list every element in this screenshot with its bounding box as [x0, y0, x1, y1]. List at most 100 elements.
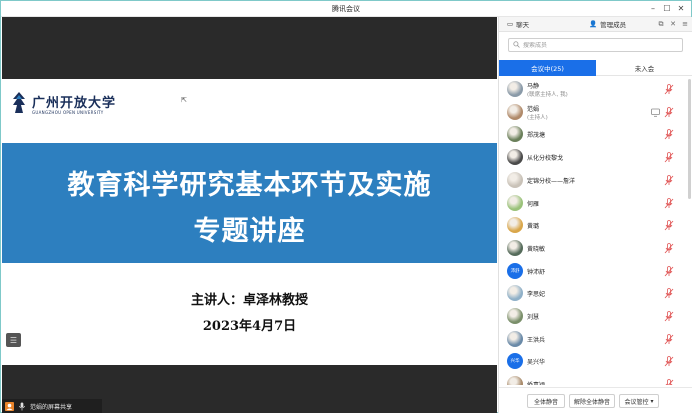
close-button[interactable]: ✕ — [674, 2, 688, 15]
popout-icon[interactable]: ⧉ — [655, 18, 667, 30]
member-role: (联席主持人, 我) — [527, 92, 568, 98]
member-name: 吴兴华 — [527, 359, 546, 367]
slide-speaker: 主讲人：卓泽林教授 — [190, 293, 308, 308]
tab-not-joined[interactable]: 未入会 — [596, 60, 692, 76]
share-status-text: 范娟的屏幕共享 — [30, 403, 73, 411]
mic-muted-icon[interactable] — [664, 288, 674, 299]
mute-all-button[interactable]: 全体静音 — [527, 394, 565, 408]
presentation-slide: 广州开放大学 GUANGZHOU OPEN UNIVERSITY ⇱ 教育科学研… — [2, 79, 497, 365]
meeting-window: 腾讯会议 – ☐ ✕ 广州开放大学 GUANGZHOU OPEN UNIVERS… — [0, 0, 692, 413]
shared-screen-area[interactable]: 广州开放大学 GUANGZHOU OPEN UNIVERSITY ⇱ 教育科学研… — [2, 17, 497, 413]
mic-muted-icon[interactable] — [664, 242, 674, 254]
chat-icon: ▭ — [507, 20, 514, 28]
slide-title-line2: 专题讲座 — [193, 216, 306, 247]
member-filter-tabs: 会议中(25) 未入会 — [499, 60, 692, 76]
screen-share-icon — [651, 108, 660, 117]
slide-title-banner: 教育科学研究基本环节及实施 专题讲座 — [2, 143, 497, 263]
title-bar: 腾讯会议 – ☐ ✕ — [1, 1, 691, 17]
user-icon — [4, 401, 14, 411]
avatar — [507, 376, 523, 385]
avatar — [507, 330, 523, 347]
member-row[interactable]: 兴华 吴兴华 — [499, 351, 692, 373]
member-row[interactable]: 何雁 — [499, 193, 692, 215]
mic-muted-icon[interactable] — [664, 197, 674, 209]
member-list[interactable]: 马静 (联席主持人, 我) 范娟 (主持人) 郑茂塘从化分校黎戈定锦分校——詹洋 何雁黄璐… — [499, 79, 692, 385]
tab-chat[interactable]: ▭ 聊天 — [507, 19, 529, 29]
mic-muted-icon[interactable] — [664, 356, 674, 367]
panel-tabs: ▭ 聊天 👤 管理成员 ⧉ ✕ ≡ — [499, 17, 692, 32]
logo-chinese-name: 广州开放大学 — [32, 96, 117, 111]
avatar — [507, 308, 523, 324]
member-row[interactable]: 沛舒 钟沛舒 — [499, 261, 692, 283]
panel-footer: 全体静音 解除全体静音 会议管控 ▾ — [499, 387, 692, 413]
slide-title-line1: 教育科学研究基本环节及实施 — [67, 170, 432, 201]
screen-share-status[interactable]: 范娟的屏幕共享 — [2, 399, 102, 413]
member-row[interactable]: 王洪兵 — [499, 329, 692, 351]
member-row[interactable]: 刘慧 — [499, 306, 692, 328]
logo-english-name: GUANGZHOU OPEN UNIVERSITY — [32, 110, 104, 115]
unmute-all-button[interactable]: 解除全体静音 — [569, 394, 615, 408]
university-logo: 广州开放大学 GUANGZHOU OPEN UNIVERSITY — [10, 91, 130, 119]
member-name: 从化分校黎戈 — [527, 155, 564, 163]
mouse-cursor-icon: ⇱ — [181, 96, 187, 104]
mic-muted-icon[interactable] — [664, 174, 674, 186]
member-name: 定锦分校——詹洋 — [527, 177, 576, 185]
member-name: 钟沛舒 — [527, 268, 546, 276]
mic-muted-icon[interactable] — [664, 379, 674, 385]
member-row[interactable]: 侨嘉颖 — [499, 374, 692, 385]
tab-members[interactable]: 👤 管理成员 — [589, 19, 626, 29]
mic-muted-icon[interactable] — [664, 152, 674, 163]
member-list-scrollbar[interactable] — [688, 79, 691, 199]
member-name: 范娟 — [527, 105, 540, 113]
member-name: 王洪兵 — [527, 336, 546, 344]
mic-muted-icon[interactable] — [664, 106, 674, 118]
avatar: 兴华 — [507, 353, 523, 370]
avatar — [507, 217, 523, 234]
member-name: 黄晓敏 — [527, 245, 546, 253]
side-panel: ▭ 聊天 👤 管理成员 ⧉ ✕ ≡ 会议中(25) 未入会 马静 (联席主持人, … — [498, 17, 692, 413]
microphone-icon — [17, 401, 27, 411]
mic-muted-icon[interactable] — [664, 129, 674, 140]
member-name: 黄璐 — [527, 223, 540, 231]
avatar — [507, 239, 523, 256]
member-row[interactable]: 马静 (联席主持人, 我) — [499, 79, 692, 101]
member-name: 马静 — [527, 83, 540, 90]
university-emblem-icon — [13, 92, 25, 113]
minimize-button[interactable]: – — [646, 2, 660, 15]
member-search[interactable] — [508, 38, 683, 52]
member-name: 刘慧 — [527, 314, 540, 321]
avatar: 沛舒 — [507, 262, 523, 279]
chevron-down-icon: ▾ — [650, 397, 654, 405]
meeting-control-button[interactable]: 会议管控 ▾ — [619, 394, 659, 408]
menu-icon[interactable]: ≡ — [679, 18, 691, 30]
member-row[interactable]: 黄璐 — [499, 215, 692, 237]
mic-muted-icon[interactable] — [664, 84, 674, 95]
mic-muted-icon[interactable] — [664, 311, 674, 322]
toggle-toolbar-button[interactable]: ☰ — [6, 333, 21, 347]
avatar — [507, 81, 523, 97]
tab-in-meeting[interactable]: 会议中(25) — [499, 60, 596, 76]
member-row[interactable]: 郑茂塘 — [499, 124, 692, 146]
avatar — [507, 194, 523, 211]
maximize-button[interactable]: ☐ — [660, 2, 674, 15]
mic-muted-icon[interactable] — [664, 220, 674, 231]
search-icon — [513, 40, 520, 50]
avatar — [507, 149, 523, 166]
collapse-panel-icon[interactable]: ✕ — [667, 18, 679, 30]
member-row[interactable]: 范娟 (主持人) — [499, 102, 692, 124]
mic-muted-icon[interactable] — [664, 265, 674, 277]
members-icon: 👤 — [589, 20, 598, 28]
avatar — [507, 103, 523, 120]
member-row[interactable]: 黄晓敏 — [499, 238, 692, 260]
member-row[interactable]: 定锦分校——詹洋 — [499, 170, 692, 192]
avatar — [507, 126, 523, 143]
member-name: 何雁 — [527, 200, 540, 208]
member-name: 郑茂塘 — [527, 132, 546, 140]
window-title: 腾讯会议 — [332, 5, 360, 13]
member-row[interactable]: 从化分校黎戈 — [499, 147, 692, 169]
slide-date: 2023年4月7日 — [202, 319, 297, 334]
search-input[interactable] — [523, 41, 673, 49]
avatar — [507, 171, 523, 188]
mic-muted-icon[interactable] — [664, 333, 674, 345]
member-row[interactable]: 李思妃 — [499, 283, 692, 305]
